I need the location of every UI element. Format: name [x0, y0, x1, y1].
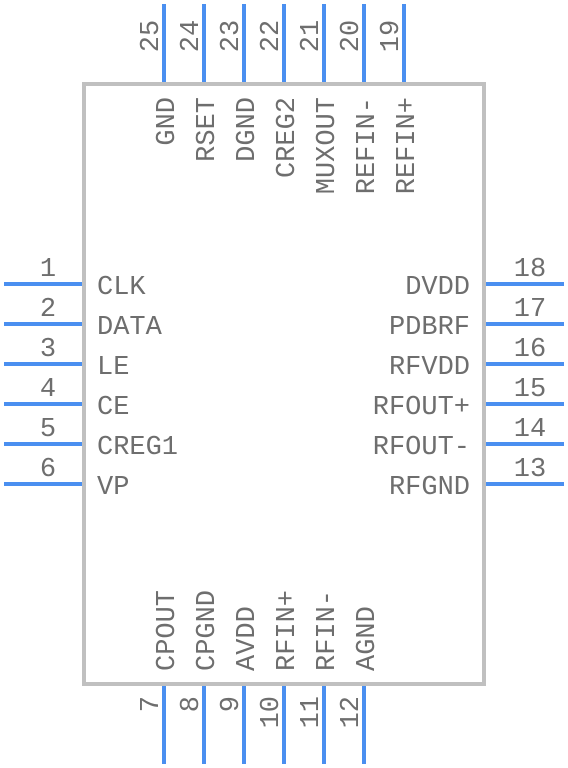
pin-label: RFOUT- — [373, 433, 470, 463]
pin-label: MUXOUT — [313, 97, 343, 194]
pin-number: 14 — [514, 415, 546, 445]
pin-number: 3 — [40, 335, 56, 365]
pin-number: 11 — [297, 696, 327, 728]
pin-label: RSET — [193, 97, 223, 162]
pin-label: CE — [97, 393, 129, 423]
pin-label: AGND — [353, 606, 383, 671]
pin-number: 15 — [514, 375, 546, 405]
pin-number: 24 — [177, 20, 207, 52]
pin-number: 19 — [377, 20, 407, 52]
pin-label: REFIN- — [353, 97, 383, 194]
pin-number: 4 — [40, 375, 56, 405]
pin-number: 22 — [257, 20, 287, 52]
pin-label: CREG2 — [273, 97, 303, 178]
pin-number: 2 — [40, 295, 56, 325]
pin-label: DVDD — [405, 273, 470, 303]
pin-label: PDBRF — [389, 313, 470, 343]
pin-number: 20 — [337, 20, 367, 52]
pin-number: 18 — [514, 255, 546, 285]
pin-number: 16 — [514, 335, 546, 365]
ic-schematic-symbol: 1 CLK 2 DATA 3 LE 4 CE 5 CREG1 6 VP 18 DVDD 17 PDBRF 16 R… — [4, 4, 564, 764]
pin-label: RFIN+ — [273, 590, 303, 671]
pin-number: 8 — [177, 696, 207, 712]
pin-number: 23 — [217, 20, 247, 52]
pin-number: 5 — [40, 415, 56, 445]
pin-label: CLK — [97, 273, 146, 303]
pin-number: 12 — [337, 696, 367, 728]
pin-label: RFGND — [389, 473, 470, 503]
pin-number: 25 — [137, 20, 167, 52]
pin-label: VP — [97, 473, 129, 503]
pin-number: 9 — [217, 696, 247, 712]
pin-number: 1 — [40, 255, 56, 285]
pin-label: REFIN+ — [393, 97, 423, 194]
pin-label: DGND — [233, 97, 263, 162]
pin-label: LE — [97, 353, 129, 383]
pin-label: DATA — [97, 313, 163, 343]
pin-label: AVDD — [233, 606, 263, 671]
pin-number: 13 — [514, 455, 546, 485]
pin-label: CPGND — [193, 590, 223, 671]
pin-label: RFVDD — [389, 353, 470, 383]
pin-label: GND — [153, 97, 183, 146]
pin-number: 17 — [514, 295, 546, 325]
pin-number: 6 — [40, 455, 56, 485]
pin-number: 7 — [137, 696, 167, 712]
pin-label: RFOUT+ — [373, 393, 470, 423]
pin-label: RFIN- — [313, 590, 343, 671]
pin-label: CREG1 — [97, 433, 178, 463]
pin-number: 21 — [297, 20, 327, 52]
pin-label: CPOUT — [153, 590, 183, 671]
pin-number: 10 — [257, 696, 287, 728]
